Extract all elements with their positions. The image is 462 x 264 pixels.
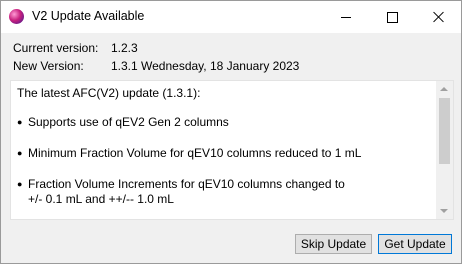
list-item-text: Minimum Fraction Volume for qEV10 column… — [28, 146, 362, 160]
list-item: ● Supports use of qEV2 Gen 2 columns — [17, 115, 427, 130]
minimize-icon — [341, 16, 351, 18]
release-notes-box[interactable]: The latest AFC(V2) update (1.3.1): ● Sup… — [10, 80, 454, 220]
list-item: ● Minimum Fraction Volume for qEV10 colu… — [17, 146, 427, 161]
bullet-icon: ● — [17, 148, 23, 158]
list-item: ● Fraction Volume Increments for qEV10 c… — [17, 177, 427, 207]
list-item-text: Fraction Volume Increments for qEV10 col… — [28, 177, 345, 191]
release-notes-intro: The latest AFC(V2) update (1.3.1): — [17, 86, 201, 100]
maximize-icon — [386, 11, 398, 23]
scroll-thumb[interactable] — [439, 98, 450, 164]
close-icon — [432, 11, 444, 23]
update-dialog: V2 Update Available Current version: 1.2… — [0, 0, 462, 264]
bullet-icon: ● — [17, 179, 23, 189]
close-button[interactable] — [415, 1, 461, 33]
list-item-text: +/- 0.1 mL and ++/-- 1.0 mL — [28, 192, 174, 206]
current-version-label: Current version: — [13, 41, 99, 55]
get-update-button[interactable]: Get Update — [378, 234, 452, 254]
maximize-button[interactable] — [369, 1, 415, 33]
window-title: V2 Update Available — [32, 9, 145, 23]
current-version-value: 1.2.3 — [111, 41, 138, 55]
scroll-up-icon[interactable] — [440, 87, 448, 91]
skip-update-button[interactable]: Skip Update — [295, 234, 372, 254]
new-version-value: 1.3.1 Wednesday, 18 January 2023 — [111, 59, 300, 73]
new-version-label: New Version: — [13, 59, 84, 73]
title-bar[interactable]: V2 Update Available — [1, 1, 461, 33]
release-notes-text: The latest AFC(V2) update (1.3.1): ● Sup… — [17, 86, 427, 219]
bullet-icon: ● — [17, 117, 23, 127]
list-item-text: Supports use of qEV2 Gen 2 columns — [28, 115, 229, 129]
app-logo-icon — [9, 9, 24, 24]
minimize-button[interactable] — [323, 1, 369, 33]
vertical-scrollbar[interactable] — [436, 81, 453, 219]
scroll-down-icon[interactable] — [440, 209, 448, 213]
